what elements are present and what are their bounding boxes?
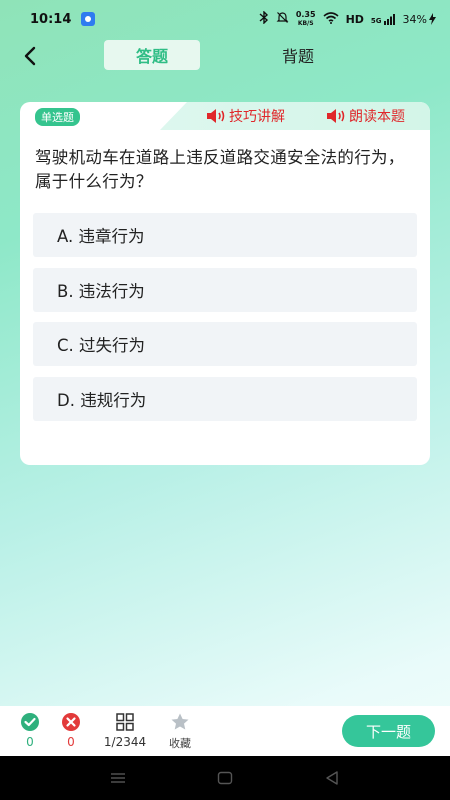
option-b[interactable]: B. 违法行为	[33, 268, 417, 312]
system-nav-bar	[0, 756, 450, 800]
menu-button[interactable]	[108, 768, 128, 788]
bottom-bar: 0 0 1/2344 收藏 下一题	[0, 706, 450, 756]
progress-value: 1/2344	[103, 735, 147, 749]
status-bar: 10:14 0.35 KB/S HD 5G 34%	[0, 0, 450, 38]
progress-button[interactable]: 1/2344	[98, 712, 152, 749]
network-speed: 0.35 KB/S	[295, 9, 316, 28]
battery-indicator: 34%	[403, 13, 436, 26]
correct-count: 0	[10, 712, 50, 749]
option-a[interactable]: A. 违章行为	[33, 213, 417, 257]
back-button[interactable]	[16, 42, 44, 70]
triangle-back-icon	[326, 771, 338, 785]
speaker-icon	[327, 109, 345, 123]
star-icon	[170, 712, 190, 732]
system-back-button[interactable]	[322, 768, 342, 788]
tips-label: 技巧讲解	[229, 109, 285, 125]
speed-unit: KB/S	[297, 19, 314, 27]
hd-indicator: HD	[345, 12, 364, 26]
app-notification-icon	[81, 12, 96, 26]
question-text: 驾驶机动车在道路上违反道路交通安全法的行为，属于什么行为？	[35, 148, 405, 191]
tab-answer[interactable]: 答题	[104, 40, 200, 70]
menu-icon	[111, 773, 125, 783]
option-d[interactable]: D. 违规行为	[33, 377, 417, 421]
mute-icon	[276, 11, 289, 27]
option-c[interactable]: C. 过失行为	[33, 322, 417, 366]
read-aloud-button[interactable]: 朗读本题	[326, 106, 405, 126]
next-question-button[interactable]: 下一题	[342, 715, 435, 747]
speaker-icon	[207, 109, 225, 123]
question-card: 单选题 技巧讲解 朗读本题 驾驶机动车在道路上违反道路交通安全法的行为，属于什么…	[20, 102, 430, 465]
check-circle-icon	[20, 712, 40, 732]
battery-percent: 34%	[402, 12, 427, 26]
wrong-count-value: 0	[67, 735, 75, 749]
signal-type: 5G	[370, 16, 382, 25]
favorite-label: 收藏	[169, 737, 191, 750]
grid-icon	[115, 712, 135, 732]
bluetooth-icon	[259, 10, 269, 27]
speed-value: 0.35	[295, 9, 316, 19]
status-indicators: 0.35 KB/S HD 5G 34%	[259, 9, 436, 28]
wrong-count: 0	[51, 712, 91, 749]
chevron-left-icon	[24, 46, 36, 66]
wifi-icon	[323, 11, 339, 27]
cross-circle-icon	[61, 712, 81, 732]
read-aloud-label: 朗读本题	[349, 109, 405, 125]
question-type-badge: 单选题	[35, 108, 80, 126]
tab-memorize[interactable]: 背题	[250, 40, 346, 70]
status-time: 10:14	[30, 11, 72, 27]
correct-count-value: 0	[26, 735, 34, 749]
home-icon	[217, 771, 233, 785]
charging-icon	[429, 13, 436, 25]
top-nav: 答题 背题	[0, 38, 450, 74]
tips-button[interactable]: 技巧讲解	[206, 106, 285, 126]
home-button[interactable]	[215, 768, 235, 788]
favorite-button[interactable]: 收藏	[160, 712, 200, 751]
signal-icon: 5G	[370, 13, 396, 25]
